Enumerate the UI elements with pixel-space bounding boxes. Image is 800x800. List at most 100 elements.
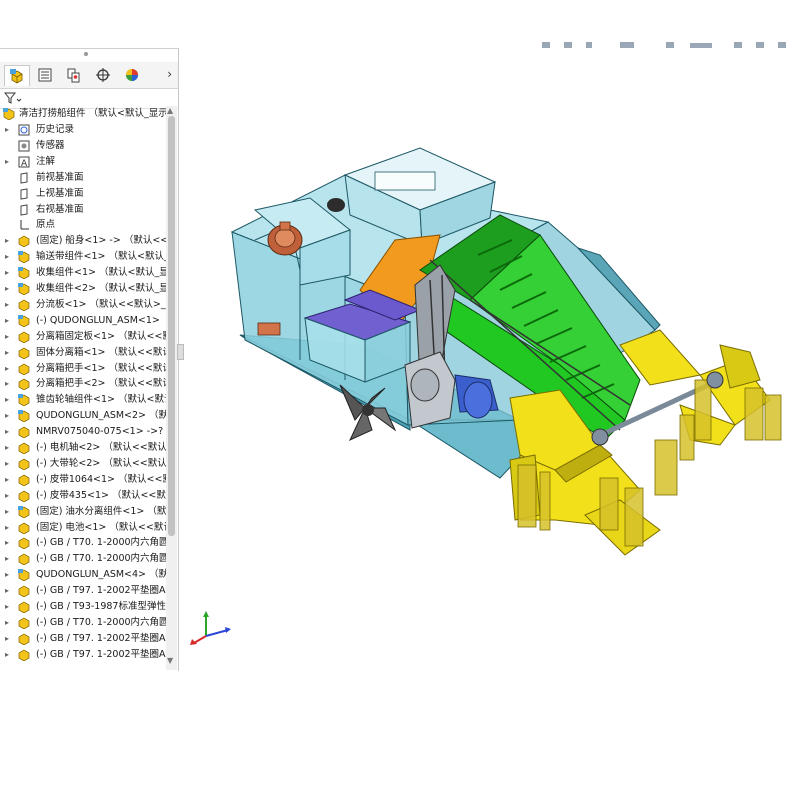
expand-arrow-icon[interactable]: ▸ (5, 154, 13, 170)
tree-item[interactable]: ▸ (-) 皮带1064<1> （默认<<默认>_ (0, 472, 166, 488)
expand-arrow-icon[interactable]: ▸ (5, 408, 13, 424)
expand-arrow-icon[interactable]: ▸ (5, 551, 13, 567)
tree-item-label: 分离箱把手<1> （默认<<默认>_ (36, 362, 166, 374)
propertymanager-tab[interactable] (33, 65, 57, 85)
tree-item[interactable]: ▸ 输送带组件<1> （默认<默认_显示 (0, 249, 166, 265)
expand-arrow-icon[interactable]: ▸ (5, 265, 13, 281)
tree-item[interactable]: 传感器 (0, 138, 166, 154)
tree-item[interactable]: ▸ (-) GB / T97. 1-2002平垫圈A级 (0, 583, 166, 599)
tree-item-label: (-) GB / T97. 1-2002平垫圈A级 (36, 648, 166, 660)
assembly-icon (3, 108, 15, 121)
configurationmanager-tab[interactable] (62, 65, 86, 85)
tree-item[interactable]: ▸ (-) GB / T97. 1-2002平垫圈A级 (0, 647, 166, 663)
panel-grip[interactable] (84, 52, 88, 56)
expand-arrow-icon[interactable]: ▸ (5, 520, 13, 536)
tree-item[interactable]: ▸ NMRV075040-075<1> ->? （默认 (0, 424, 166, 440)
expand-arrow-icon[interactable]: ▸ (5, 599, 13, 615)
assembly-icon (18, 394, 30, 407)
expand-arrow-icon[interactable]: ▸ (5, 456, 13, 472)
expand-arrow-icon[interactable]: ▸ (5, 297, 13, 313)
tree-item-label: (-) GB / T93-1987标准型弹性垫圈 (36, 601, 166, 612)
expand-arrow-icon[interactable]: ▸ (5, 488, 13, 504)
tree-item[interactable]: ▸ (-) 皮带435<1> （默认<<默认>_ (0, 488, 166, 504)
expand-arrow-icon[interactable]: ▸ (5, 345, 13, 361)
tree-item[interactable]: ▸ 分离箱把手<2> （默认<<默认>_ (0, 376, 166, 392)
expand-arrow-icon[interactable]: ▸ (5, 376, 13, 392)
expand-arrow-icon[interactable]: ▸ (5, 567, 13, 583)
tree-item[interactable]: 右视基准面 (0, 202, 166, 218)
expand-arrow-icon[interactable]: ▸ (5, 615, 13, 631)
scrollbar-thumb[interactable] (168, 116, 175, 536)
expand-arrow-icon[interactable]: ▸ (5, 233, 13, 249)
svg-text:A: A (21, 159, 28, 168)
tree-item[interactable]: 上视基准面 (0, 186, 166, 202)
dimxpert-tab[interactable] (91, 65, 115, 85)
tree-item[interactable]: ▸ 历史记录 (0, 122, 166, 138)
part-icon (18, 347, 30, 360)
featuremanager-tab[interactable] (4, 65, 30, 86)
tree-item[interactable]: ▸ (-) 大带轮<2> （默认<<默认>_显 (0, 456, 166, 472)
tree-item[interactable]: ▸ (固定) 电池<1> （默认<<默认>_ (0, 520, 166, 536)
part-icon (18, 601, 30, 614)
tree-item-label: (-) GB / T70. 1-2000内六角圆柱 (36, 537, 166, 549)
tree-item-label: (固定) 船身<1> -> （默认<<默认 (36, 235, 166, 247)
scroll-up-arrow[interactable]: ▲ (167, 106, 173, 115)
expand-arrow-icon[interactable]: ▸ (5, 583, 13, 599)
expand-arrow-icon[interactable]: ▸ (5, 313, 13, 329)
tree-item[interactable]: ▸ 分离箱把手<1> （默认<<默认>_ (0, 361, 166, 377)
tree-item[interactable]: ▸ (-) GB / T97. 1-2002平垫圈A级 (0, 631, 166, 647)
tree-scrollbar[interactable]: ▲ ▼ (166, 106, 177, 670)
part-icon (18, 474, 30, 487)
tree-item[interactable]: ▸ (-) GB / T70. 1-2000内六角圆柱 (0, 615, 166, 631)
part-icon (18, 537, 30, 550)
tree-item[interactable]: ▸ 收集组件<2> （默认<默认_显示状 (0, 281, 166, 297)
expand-arrow-icon[interactable]: ▸ (5, 631, 13, 647)
expand-arrow-icon[interactable]: ▸ (5, 504, 13, 520)
tree-item[interactable]: ▸ 分流板<1> （默认<<默认>_外观 (0, 297, 166, 313)
expand-arrow-icon[interactable]: ▸ (5, 361, 13, 377)
tabs-overflow-arrow[interactable]: › (167, 67, 172, 81)
displaymanager-tab[interactable] (120, 65, 144, 85)
tree-item[interactable]: ▸ 分离箱固定板<1> （默认<<默认>_ (0, 329, 166, 345)
part-icon (18, 649, 30, 662)
expand-arrow-icon[interactable]: ▸ (5, 329, 13, 345)
tree-item-label: 固体分离箱<1> （默认<<默认>_ (36, 346, 166, 358)
part-icon (18, 633, 30, 646)
tree-item[interactable]: ▸ (-) GB / T93-1987标准型弹性垫圈 (0, 599, 166, 615)
tree-item[interactable]: ▸ (-) GB / T70. 1-2000内六角圆柱 (0, 535, 166, 551)
tree-item[interactable]: ▸ A 注解 (0, 154, 166, 170)
expand-arrow-icon[interactable]: ▸ (5, 647, 13, 663)
tree-item[interactable]: ▸ (-) QUDONGLUN_ASM<1> （默 (0, 313, 166, 329)
tree-item-label: (-) GB / T70. 1-2000内六角圆柱 (36, 616, 166, 628)
fitting-part (327, 198, 345, 212)
tree-item-label: (-) GB / T97. 1-2002平垫圈A级 (36, 585, 166, 597)
expand-arrow-icon[interactable]: ▸ (5, 249, 13, 265)
expand-arrow-icon[interactable]: ▸ (5, 122, 13, 138)
tree-item[interactable]: ▸ 固体分离箱<1> （默认<<默认>_ (0, 345, 166, 361)
scroll-down-arrow[interactable]: ▼ (167, 656, 173, 665)
tree-item-label: (-) QUDONGLUN_ASM<1> （默 (36, 314, 166, 326)
expand-arrow-icon[interactable]: ▸ (5, 281, 13, 297)
expand-arrow-icon[interactable]: ▸ (5, 392, 13, 408)
expand-arrow-icon[interactable]: ▸ (5, 424, 13, 440)
tree-item-label: 锥齿轮轴组件<1> （默认<默认_显 (36, 394, 166, 406)
tree-item[interactable]: ▸ QUDONGLUN_ASM<4> （默认 (0, 567, 166, 583)
expand-arrow-icon[interactable]: ▸ (5, 535, 13, 551)
tree-item[interactable]: ▸ (固定) 船身<1> -> （默认<<默认 (0, 233, 166, 249)
tree-item[interactable]: 原点 (0, 217, 166, 233)
tree-item[interactable]: ▸ QUDONGLUN_ASM<2> （默认 (0, 408, 166, 424)
part-icon (18, 490, 30, 503)
tree-item[interactable]: ▸ (-) GB / T70. 1-2000内六角圆柱 (0, 551, 166, 567)
expand-arrow-icon[interactable]: ▸ (5, 472, 13, 488)
tree-root-assembly[interactable]: 清洁打捞船组件 （默认<默认_显示状 (0, 106, 166, 122)
graphics-viewport[interactable] (180, 52, 800, 692)
expand-arrow-icon[interactable]: ▸ (5, 440, 13, 456)
tree-item[interactable]: 前视基准面 (0, 170, 166, 186)
tree-item[interactable]: ▸ 锥齿轮轴组件<1> （默认<默认_显 (0, 392, 166, 408)
tree-item[interactable]: ▸ 收集组件<1> （默认<默认_显示状 (0, 265, 166, 281)
tree-item[interactable]: ▸ (固定) 油水分离组件<1> （默认< (0, 504, 166, 520)
tree-item[interactable]: ▸ (-) 电机轴<2> （默认<<默认>_外 (0, 440, 166, 456)
assembly-icon (18, 283, 30, 296)
heads-up-view-toolbar[interactable] (530, 38, 800, 52)
part-icon (18, 442, 30, 455)
